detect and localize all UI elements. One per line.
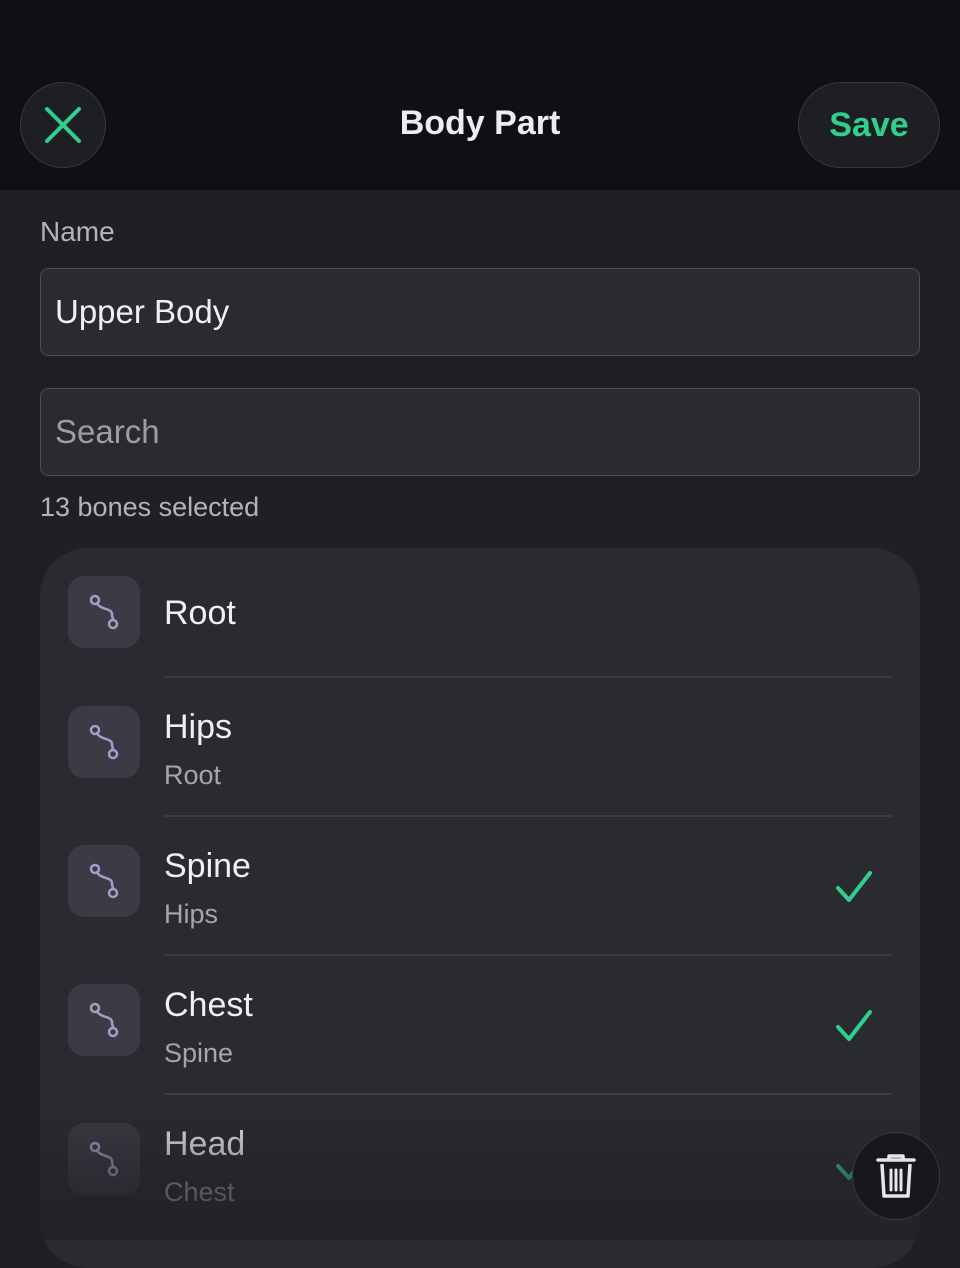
bone-list: Root Hips Root Spine Hips Chest Spine He… <box>40 548 920 1268</box>
bone-parent: Root <box>164 760 222 790</box>
trash-icon <box>876 1154 916 1198</box>
bone-row-head[interactable]: Head Chest <box>40 1095 920 1233</box>
checkmark-icon <box>836 1010 872 1041</box>
bone-parent: Hips <box>164 899 219 929</box>
bone-name: Spine <box>164 847 251 885</box>
bone-name: Head <box>164 1125 246 1163</box>
bone-icon <box>68 984 140 1056</box>
bone-row-chest[interactable]: Chest Spine <box>40 956 920 1094</box>
bone-icon <box>68 706 140 778</box>
save-button[interactable]: Save <box>798 82 940 168</box>
bone-icon <box>68 576 140 648</box>
checkmark-icon <box>836 871 872 902</box>
bone-icon <box>68 845 140 917</box>
top-bar: Body Part Save <box>0 0 960 190</box>
bone-parent: Chest <box>164 1177 235 1207</box>
name-label: Name <box>40 216 115 247</box>
bone-row-root[interactable]: Root <box>40 548 920 678</box>
delete-button[interactable] <box>852 1132 940 1220</box>
name-field[interactable]: Upper Body <box>40 268 920 356</box>
bone-row-spine[interactable]: Spine Hips <box>40 817 920 955</box>
bone-name: Chest <box>164 986 253 1024</box>
search-input[interactable]: Search <box>40 388 920 476</box>
bone-name: Root <box>164 594 236 632</box>
bone-row-hips[interactable]: Hips Root <box>40 678 920 816</box>
bone-icon <box>68 1123 140 1195</box>
bone-parent: Spine <box>164 1038 234 1068</box>
bone-name: Hips <box>164 708 233 746</box>
selection-count: 13 bones selected <box>40 492 260 522</box>
